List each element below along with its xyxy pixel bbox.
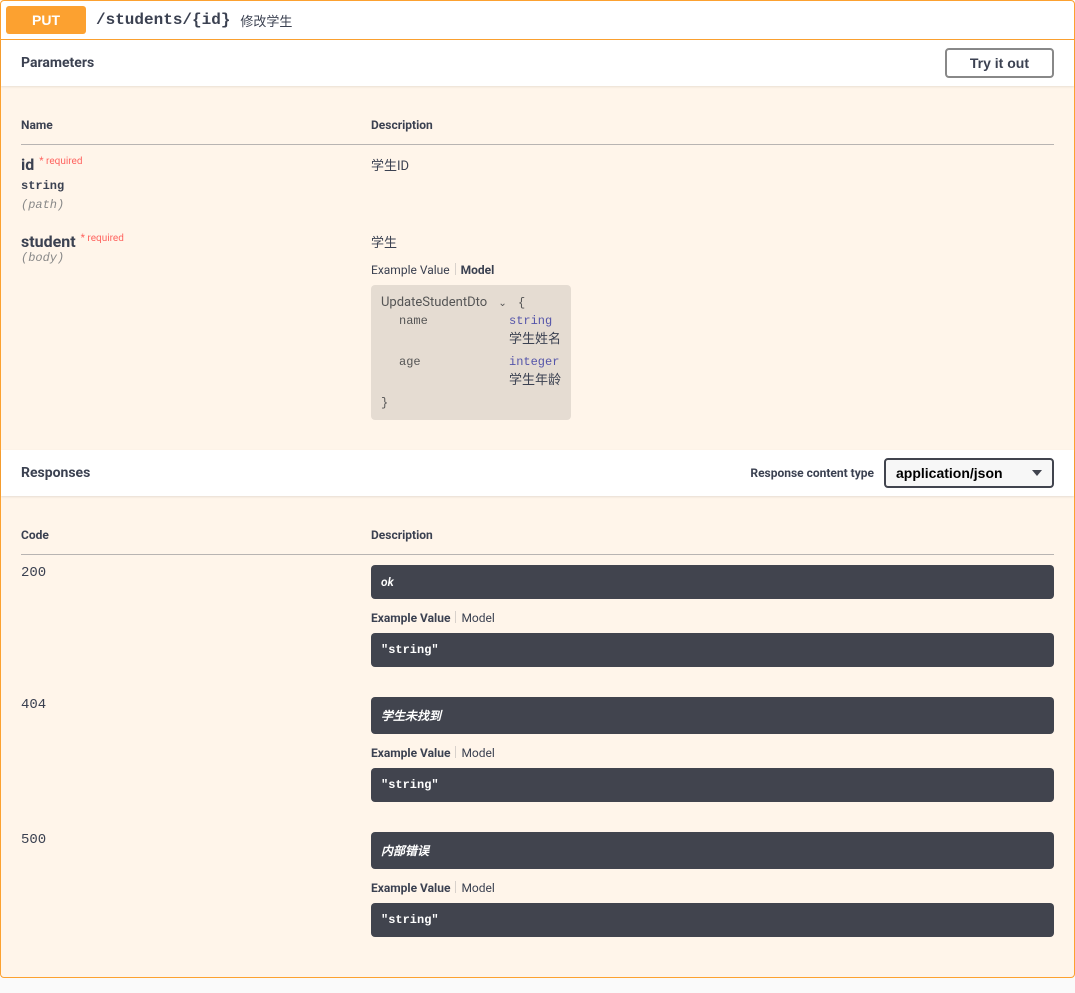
response-example[interactable]: "string" <box>371 903 1054 937</box>
param-name: id <box>21 155 34 174</box>
parameter-row: student* required (body) 学生 Example Valu… <box>21 222 1054 430</box>
close-brace: } <box>381 396 561 410</box>
tab-separator <box>455 881 456 893</box>
http-method-badge: PUT <box>6 6 86 34</box>
parameter-row: id* required string (path) 学生ID <box>21 145 1054 223</box>
tab-example-value[interactable]: Example Value <box>371 881 450 895</box>
response-example[interactable]: "string" <box>371 633 1054 667</box>
response-row: 500 内部错误 Example Value Model "string" <box>21 822 1054 957</box>
param-description: 学生ID <box>371 155 1054 174</box>
param-description: 学生 <box>371 232 1054 251</box>
schema-tabs: Example Value Model <box>371 263 1054 277</box>
response-code: 500 <box>21 822 371 957</box>
tab-example-value[interactable]: Example Value <box>371 611 450 625</box>
param-location: (path) <box>21 198 371 212</box>
response-code: 404 <box>21 687 371 822</box>
response-row: 200 ok Example Value Model "string" <box>21 555 1054 688</box>
parameters-table: Name Description id* required string (pa… <box>21 106 1054 430</box>
operation-path: /students/{id} <box>86 11 240 29</box>
content-type-select[interactable]: application/json <box>884 458 1054 488</box>
response-example[interactable]: "string" <box>371 768 1054 802</box>
response-description: 学生未找到 <box>371 697 1054 734</box>
parameters-body: Name Description id* required string (pa… <box>1 86 1074 977</box>
operation-summary-text: 修改学生 <box>240 11 292 30</box>
response-description: 内部错误 <box>371 832 1054 869</box>
chevron-down-icon[interactable]: ⌄ <box>498 298 506 310</box>
open-brace: { <box>518 296 525 310</box>
tab-model[interactable]: Model <box>461 611 494 625</box>
tab-example-value[interactable]: Example Value <box>371 263 450 277</box>
responses-header: Responses Response content type applicat… <box>1 450 1074 496</box>
response-row: 404 学生未找到 Example Value Model "string" <box>21 687 1054 822</box>
param-location: (body) <box>21 251 371 265</box>
required-indicator: * required <box>34 151 87 172</box>
tab-model[interactable]: Model <box>461 746 494 760</box>
tab-separator <box>455 611 456 623</box>
responses-title: Responses <box>21 465 750 481</box>
model-prop-name: name <box>399 314 509 328</box>
col-header-name: Name <box>21 106 371 145</box>
model-prop-desc: 学生姓名 <box>381 328 561 347</box>
col-header-code: Code <box>21 516 371 555</box>
col-header-description: Description <box>371 516 1054 555</box>
model-schema-box: UpdateStudentDto ⌄ { name string 学生姓名 ag… <box>371 285 571 420</box>
model-prop-type: integer <box>509 355 559 369</box>
parameters-title: Parameters <box>21 55 945 71</box>
try-it-out-button[interactable]: Try it out <box>945 48 1054 78</box>
response-code: 200 <box>21 555 371 688</box>
schema-tabs: Example Value Model <box>371 611 1054 625</box>
param-name: student <box>21 232 76 251</box>
model-prop-desc: 学生年龄 <box>381 369 561 388</box>
required-indicator: * required <box>76 228 129 249</box>
content-type-label: Response content type <box>750 466 874 480</box>
tab-model[interactable]: Model <box>461 881 494 895</box>
responses-table: Code Description 200 ok Example Value Mo… <box>21 516 1054 957</box>
tab-separator <box>455 746 456 758</box>
response-description: ok <box>371 565 1054 599</box>
operation-summary[interactable]: PUT /students/{id} 修改学生 <box>1 1 1074 40</box>
model-title: UpdateStudentDto <box>381 295 487 310</box>
model-prop-name: age <box>399 355 509 369</box>
param-type: string <box>21 174 371 198</box>
operation-block: PUT /students/{id} 修改学生 Parameters Try i… <box>0 0 1075 978</box>
schema-tabs: Example Value Model <box>371 746 1054 760</box>
parameters-header: Parameters Try it out <box>1 40 1074 86</box>
schema-tabs: Example Value Model <box>371 881 1054 895</box>
tab-example-value[interactable]: Example Value <box>371 746 450 760</box>
col-header-description: Description <box>371 106 1054 145</box>
tab-separator <box>455 263 456 275</box>
tab-model[interactable]: Model <box>461 263 495 277</box>
model-prop-type: string <box>509 314 552 328</box>
